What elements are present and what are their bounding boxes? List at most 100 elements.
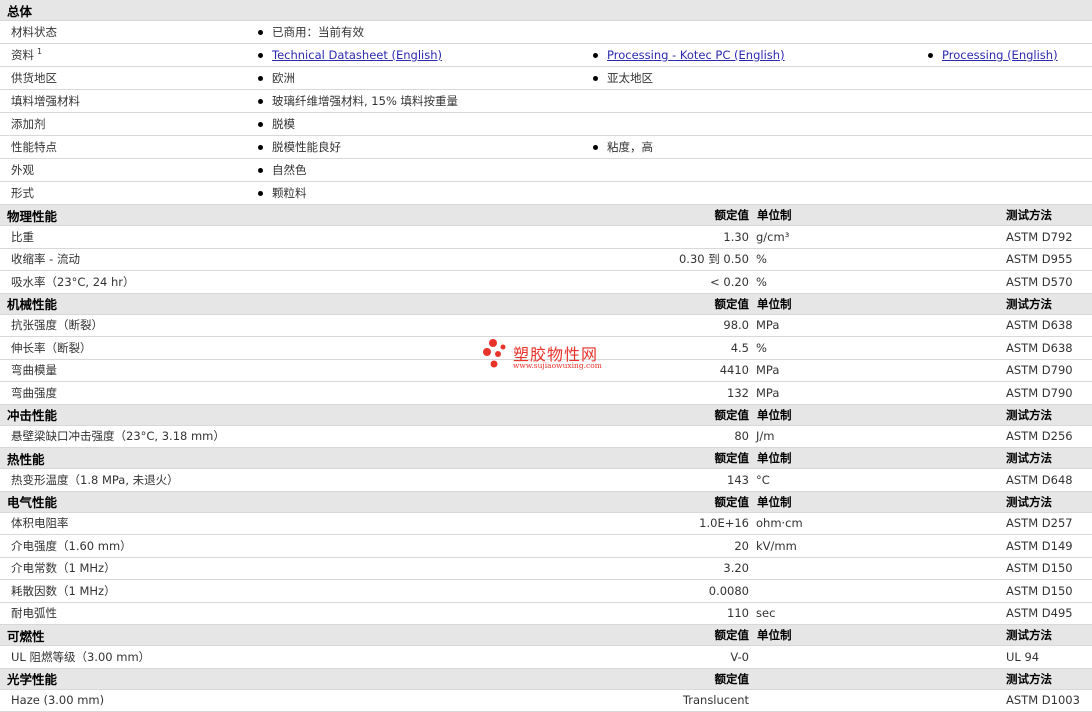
section-header: 冲击性能 额定值 单位制 测试方法 xyxy=(0,404,1092,426)
property-unit: kV/mm xyxy=(756,538,797,553)
processing-kotec-link[interactable]: Processing - Kotec PC (English) xyxy=(607,48,785,62)
nominal-header: 额定值 xyxy=(714,407,750,422)
footnote-marker: 1 xyxy=(37,46,43,56)
property-row: 收缩率 - 流动 0.30 到 0.50% ASTM D955 xyxy=(0,249,1092,271)
processing-link[interactable]: Processing (English) xyxy=(942,48,1058,62)
property-row: 耐电弧性 110 sec ASTM D495 xyxy=(0,603,1092,625)
logo-dots-icon xyxy=(483,339,506,368)
property-test-method: ASTM D790 xyxy=(1006,385,1073,400)
section-title: 电气性能 xyxy=(7,495,58,510)
list-item: 脱模性能良好 xyxy=(258,136,341,158)
property-label: 介电常数（1 MHz） xyxy=(11,561,116,576)
property-test-method: ASTM D150 xyxy=(1006,561,1073,576)
property-value: 3.20 xyxy=(723,561,749,576)
property-row: 介电强度（1.60 mm） 20 kV/mm ASTM D149 xyxy=(0,535,1092,558)
list-item: 欧洲 xyxy=(258,67,295,89)
row-label: 形式 xyxy=(11,186,34,200)
section-title: 物理性能 xyxy=(7,208,58,224)
property-label: 体积电阻率 xyxy=(11,516,69,531)
property-value: 4.5 xyxy=(730,340,749,355)
row-label: 供货地区 xyxy=(11,71,57,85)
property-value: 1.0E+16 xyxy=(699,516,749,531)
property-value: V-0 xyxy=(730,649,749,664)
property-row: 悬壁梁缺口冲击强度（23°C, 3.18 mm） 80 J/m ASTM D256 xyxy=(0,426,1092,448)
property-test-method: ASTM D790 xyxy=(1006,363,1073,378)
list-item: 已商用：当前有效 xyxy=(258,21,364,43)
test-method-header: 测试方法 xyxy=(1006,296,1052,311)
property-value: 143 xyxy=(727,472,749,487)
property-row: 耗散因数（1 MHz） 0.0080 ASTM D150 xyxy=(0,580,1092,603)
unit-header: 单位制 xyxy=(757,494,792,509)
property-label: 介电强度（1.60 mm） xyxy=(11,538,132,553)
section-title: 机械性能 xyxy=(7,297,58,312)
property-value: 80 xyxy=(734,429,749,444)
test-method-header: 测试方法 xyxy=(1006,494,1052,509)
property-value: < 0.20 xyxy=(710,274,749,289)
section-header-general: 总体 xyxy=(0,0,1092,21)
test-method-header: 测试方法 xyxy=(1006,671,1052,686)
unit-header: 单位制 xyxy=(757,407,792,422)
property-label: 耗散因数（1 MHz） xyxy=(11,583,116,598)
general-row-form: 形式 颗粒料 xyxy=(0,182,1092,205)
section-header: 物理性能 额定值 单位制 测试方法 xyxy=(0,205,1092,226)
general-row-status: 材料状态 已商用：当前有效 xyxy=(0,21,1092,44)
list-item: 亚太地区 xyxy=(593,67,653,89)
document-link-item: Processing - Kotec PC (English) xyxy=(593,44,785,66)
section-title: 可燃性 xyxy=(7,628,45,644)
property-unit: % xyxy=(756,274,767,289)
property-test-method: ASTM D256 xyxy=(1006,429,1073,444)
nominal-header: 额定值 xyxy=(714,296,750,311)
property-test-method: ASTM D149 xyxy=(1006,538,1073,553)
property-test-method: ASTM D792 xyxy=(1006,229,1073,244)
property-test-method: UL 94 xyxy=(1006,649,1040,664)
property-value: 132 xyxy=(727,385,749,400)
unit-header: 单位制 xyxy=(757,208,792,222)
property-test-method: ASTM D1003 xyxy=(1006,693,1080,708)
general-row-appearance: 外观 自然色 xyxy=(0,159,1092,182)
property-label: 伸长率（断裂） xyxy=(11,340,92,355)
general-row-filler: 填料增强材料 玻璃纤维增强材料, 15% 填料按重量 xyxy=(0,90,1092,113)
property-sections: 物理性能 额定值 单位制 测试方法 比重 1.30 g/cm³ ASTM D792 收缩率 - … xyxy=(0,205,1092,712)
property-test-method: ASTM D257 xyxy=(1006,516,1073,531)
section-title: 总体 xyxy=(7,3,33,19)
nominal-header: 额定值 xyxy=(714,494,750,509)
property-row: 抗张强度（断裂） 98.0 MPa ASTM D638 xyxy=(0,315,1092,337)
property-value: 1.30 xyxy=(723,229,749,244)
property-test-method: ASTM D648 xyxy=(1006,472,1073,487)
list-item: 玻璃纤维增强材料, 15% 填料按重量 xyxy=(258,90,458,112)
property-test-method: ASTM D150 xyxy=(1006,583,1073,598)
unit-header: 单位制 xyxy=(757,628,792,642)
row-label: 添加剂 xyxy=(11,117,46,131)
nominal-header: 额定值 xyxy=(714,671,750,686)
row-label: 外观 xyxy=(11,163,34,177)
row-label: 填料增强材料 xyxy=(11,94,80,108)
row-label: 资料 1 xyxy=(11,46,43,63)
row-label: 材料状态 xyxy=(11,25,57,39)
property-row: 吸水率（23°C, 24 hr） < 0.20% ASTM D570 xyxy=(0,271,1092,294)
list-item: 粘度，高 xyxy=(593,136,653,158)
list-item: 颗粒料 xyxy=(258,182,307,204)
general-row-availability: 供货地区 欧洲 亚太地区 xyxy=(0,67,1092,90)
property-label: 弯曲强度 xyxy=(11,385,57,400)
section-title: 光学性能 xyxy=(7,672,58,687)
property-row: Haze (3.00 mm) Translucent ASTM D1003 xyxy=(0,690,1092,712)
property-value: 0.0080 xyxy=(708,583,749,598)
property-test-method: ASTM D638 xyxy=(1006,318,1073,333)
section-header: 光学性能 额定值 测试方法 xyxy=(0,668,1092,690)
nominal-header: 额定值 xyxy=(714,208,750,222)
property-unit: J/m xyxy=(756,429,775,444)
section-title: 冲击性能 xyxy=(7,408,58,423)
section-header: 热性能 额定值 单位制 测试方法 xyxy=(0,448,1092,469)
technical-datasheet-link[interactable]: Technical Datasheet (English) xyxy=(272,48,442,62)
property-label: 吸水率（23°C, 24 hr） xyxy=(11,274,135,289)
property-unit: °C xyxy=(756,472,770,487)
section-header: 机械性能 额定值 单位制 测试方法 xyxy=(0,293,1092,315)
property-unit: g/cm³ xyxy=(756,229,790,244)
property-unit: MPa xyxy=(756,318,780,333)
section-title: 热性能 xyxy=(7,451,45,467)
property-value: 20 xyxy=(734,538,749,553)
property-label: 弯曲模量 xyxy=(11,363,57,378)
property-test-method: ASTM D638 xyxy=(1006,340,1073,355)
property-label: 悬壁梁缺口冲击强度（23°C, 3.18 mm） xyxy=(11,429,225,444)
property-test-method: ASTM D495 xyxy=(1006,606,1073,621)
